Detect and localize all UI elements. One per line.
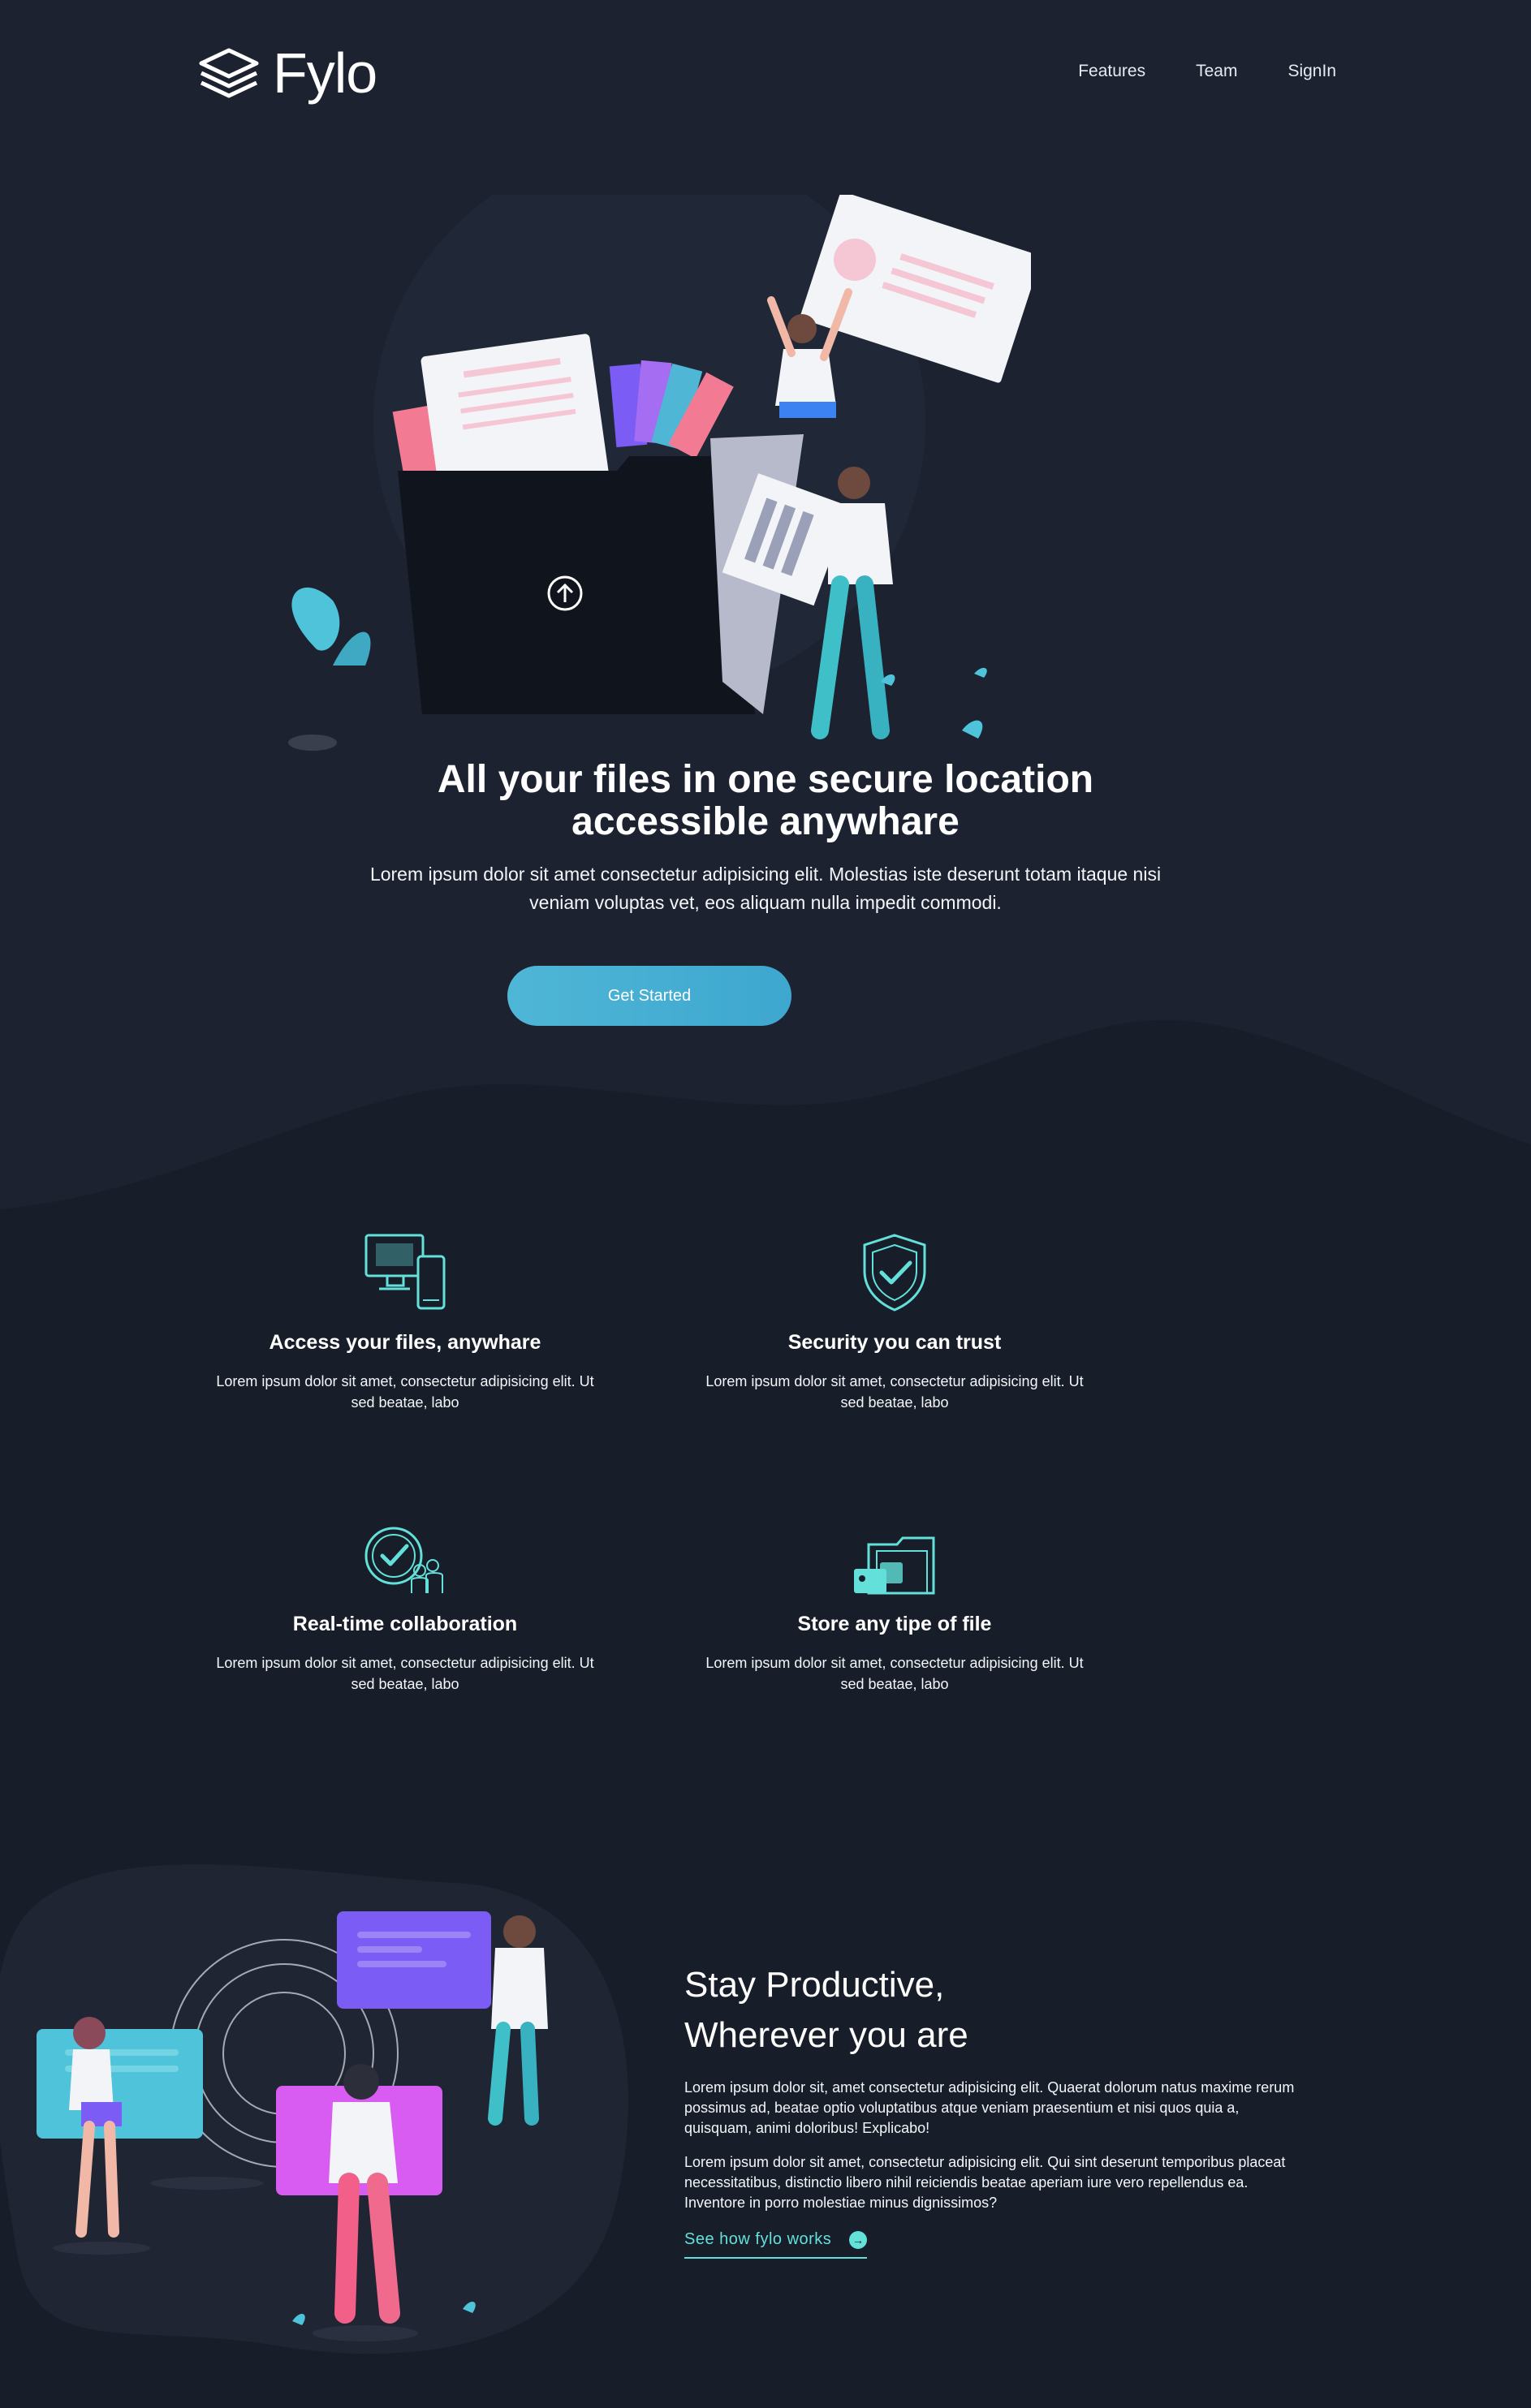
devices-icon [364, 1234, 446, 1310]
collaboration-icon [364, 1527, 443, 1593]
feature-title: Real-time collaboration [292, 1613, 518, 1635]
hero-title-line2: accessible anywhare [571, 800, 960, 843]
feature-title: Security you can trust [787, 1331, 1002, 1354]
productive-paragraph-2: Lorem ipsum dolor sit amet, consectetur … [684, 2154, 1286, 2211]
feature-title: Access your files, anywhare [269, 1331, 541, 1354]
feature-title: Store any tipe of file [797, 1613, 992, 1635]
hero-description: Lorem ipsum dolor sit amet consectetur a… [369, 864, 1162, 913]
feature-text: Lorem ipsum dolor sit amet, consectetur … [705, 1373, 1084, 1411]
see-how-link[interactable]: See how fylo works → [684, 2230, 868, 2259]
hero-illustration [288, 195, 1031, 751]
file-storage-icon [854, 1536, 935, 1595]
productive-title: Stay Productive, Wherever you are [684, 1960, 1253, 2061]
shield-check-icon [863, 1234, 926, 1312]
feature-text: Lorem ipsum dolor sit amet, consectetur … [705, 1655, 1084, 1692]
hero-title: All your files in one secure location ac… [278, 759, 1253, 843]
arrow-right-icon: → [849, 2230, 868, 2249]
hero-title-line1: All your files in one secure location [437, 758, 1094, 801]
main-nav: Features Team SignIn [1078, 62, 1336, 81]
feature-access: Access your files, anywhare Lorem ipsum … [214, 1224, 596, 1413]
section-wave [0, 1019, 1531, 1250]
nav-team[interactable]: Team [1196, 62, 1237, 81]
nav-signin[interactable]: SignIn [1287, 62, 1336, 81]
feature-security: Security you can trust Lorem ipsum dolor… [704, 1224, 1085, 1413]
nav-features[interactable]: Features [1078, 62, 1145, 81]
get-started-button[interactable]: Get Started [507, 966, 791, 1026]
productive-title-line1: Stay Productive, [684, 1965, 945, 2005]
productive-title-line2: Wherever you are [684, 2015, 968, 2055]
layers-logo-icon [199, 48, 259, 98]
feature-collaboration: Real-time collaboration Lorem ipsum dolo… [214, 1506, 596, 1695]
see-how-link-label: See how fylo works [684, 2230, 832, 2248]
feature-storage: Store any tipe of file Lorem ipsum dolor… [704, 1506, 1085, 1695]
feature-text: Lorem ipsum dolor sit amet, consectetur … [216, 1655, 594, 1692]
productive-paragraph-1: Lorem ipsum dolor sit, amet consectetur … [684, 2079, 1295, 2136]
productive-illustration [0, 1864, 628, 2354]
site-header: Fylo Features Team SignIn [0, 0, 1531, 146]
brand-name: Fylo [273, 41, 377, 105]
logo[interactable]: Fylo [198, 45, 377, 101]
feature-text: Lorem ipsum dolor sit amet, consectetur … [216, 1373, 594, 1411]
